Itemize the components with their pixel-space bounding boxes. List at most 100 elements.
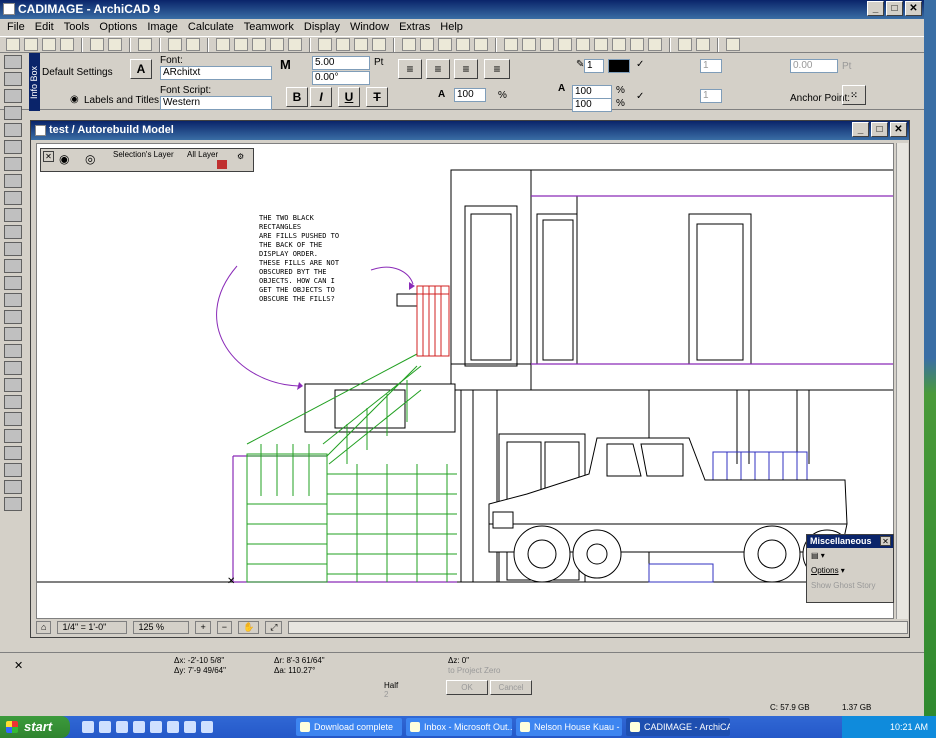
elevation-icon[interactable] bbox=[336, 38, 350, 51]
menu-file[interactable]: File bbox=[2, 19, 30, 36]
line-tool-icon[interactable] bbox=[4, 378, 22, 392]
minimize-button[interactable]: _ bbox=[867, 1, 884, 16]
publish-icon[interactable] bbox=[90, 38, 104, 51]
walk-icon[interactable] bbox=[504, 38, 518, 51]
copy-icon[interactable] bbox=[234, 38, 248, 51]
align-center-button[interactable]: ≡ bbox=[426, 59, 450, 79]
roof-tool-icon[interactable] bbox=[4, 157, 22, 171]
arc-tool-icon[interactable] bbox=[4, 395, 22, 409]
zoom-selector[interactable]: 125 % bbox=[133, 621, 190, 634]
arrow-icon[interactable] bbox=[474, 38, 488, 51]
anchor-check-icon[interactable]: ✓ bbox=[636, 91, 644, 102]
close-button[interactable]: ✕ bbox=[905, 1, 922, 16]
ie-icon[interactable] bbox=[82, 721, 94, 733]
email-icon[interactable] bbox=[116, 721, 128, 733]
line-spacing-input[interactable]: 100 bbox=[572, 85, 612, 99]
task-cadimage[interactable]: CADIMAGE - ArchiCA... bbox=[626, 718, 730, 736]
hide-layer-icon[interactable]: ◎ bbox=[85, 152, 95, 166]
car-icon[interactable] bbox=[612, 38, 626, 51]
stair-tool-icon[interactable] bbox=[4, 259, 22, 273]
strikethrough-button[interactable]: T bbox=[366, 87, 388, 107]
wall-tool-icon[interactable] bbox=[4, 89, 22, 103]
render-icon[interactable] bbox=[108, 38, 122, 51]
zoom-in-icon[interactable]: + bbox=[195, 621, 211, 634]
folder-icon[interactable] bbox=[133, 721, 145, 733]
object-tool-icon[interactable] bbox=[4, 225, 22, 239]
menu-options[interactable]: Options bbox=[94, 19, 142, 36]
text-angle-input[interactable]: 0.00° bbox=[312, 71, 370, 85]
slab-tool-icon[interactable] bbox=[4, 140, 22, 154]
task-inbox[interactable]: Inbox - Microsoft Out... bbox=[406, 718, 512, 736]
grid-icon[interactable] bbox=[420, 38, 434, 51]
underline-button[interactable]: U bbox=[338, 87, 360, 107]
task-nelson-house[interactable]: Nelson House Kuau - ... bbox=[516, 718, 622, 736]
menu-image[interactable]: Image bbox=[142, 19, 183, 36]
notepad-icon[interactable] bbox=[201, 721, 213, 733]
menu-calculate[interactable]: Calculate bbox=[183, 19, 239, 36]
arrow-tool-icon[interactable] bbox=[4, 55, 22, 69]
text-tool-icon[interactable] bbox=[4, 344, 22, 358]
eye-icon[interactable]: ◉ bbox=[70, 94, 79, 105]
cut-icon[interactable] bbox=[216, 38, 230, 51]
figure-tool-icon[interactable] bbox=[4, 463, 22, 477]
menu-tools[interactable]: Tools bbox=[59, 19, 95, 36]
fill-tool-icon[interactable] bbox=[4, 361, 22, 375]
misc-close-icon[interactable]: ✕ bbox=[880, 536, 891, 546]
lamp-tool-icon[interactable] bbox=[4, 242, 22, 256]
italic-button[interactable]: I bbox=[310, 87, 332, 107]
teamwork-icon[interactable] bbox=[726, 38, 740, 51]
column-tool-icon[interactable] bbox=[4, 106, 22, 120]
menu-extras[interactable]: Extras bbox=[394, 19, 435, 36]
menu-help[interactable]: Help bbox=[435, 19, 468, 36]
drawing-tool-icon[interactable] bbox=[4, 497, 22, 511]
print-icon[interactable] bbox=[60, 38, 74, 51]
new-file-icon[interactable] bbox=[6, 38, 20, 51]
scale-selector[interactable]: 1/4" = 1'-0" bbox=[57, 621, 128, 634]
photo-icon[interactable] bbox=[558, 38, 572, 51]
menu-teamwork[interactable]: Teamwork bbox=[239, 19, 299, 36]
drawing-canvas[interactable]: ✕ THE TWO BLACK RECTANGLES ARE FILLS PUS… bbox=[36, 143, 894, 619]
font-script-select[interactable]: Western bbox=[160, 96, 272, 110]
pen-check-icon[interactable]: ✓ bbox=[636, 59, 644, 70]
doc-minimize-button[interactable]: _ bbox=[852, 122, 869, 137]
maximize-button[interactable]: □ bbox=[886, 1, 903, 16]
archicad-icon[interactable] bbox=[167, 721, 179, 733]
menu-edit[interactable]: Edit bbox=[30, 19, 59, 36]
layer-palette-close-icon[interactable]: ✕ bbox=[43, 151, 54, 162]
section-tool-icon[interactable] bbox=[4, 293, 22, 307]
find-icon[interactable] bbox=[288, 38, 302, 51]
circle-tool-icon[interactable] bbox=[4, 429, 22, 443]
dimension-tool-icon[interactable] bbox=[4, 310, 22, 324]
detail-icon[interactable] bbox=[354, 38, 368, 51]
coord-close-icon[interactable]: ✕ bbox=[14, 659, 23, 672]
task-download[interactable]: Download complete bbox=[296, 718, 402, 736]
marquee-icon[interactable] bbox=[678, 38, 692, 51]
pan-icon[interactable]: ✋ bbox=[237, 621, 260, 634]
bold-button[interactable]: B bbox=[286, 87, 308, 107]
chart-icon[interactable] bbox=[522, 38, 536, 51]
cube-icon[interactable] bbox=[540, 38, 554, 51]
firefox-icon[interactable] bbox=[99, 721, 111, 733]
align-right-button[interactable]: ≡ bbox=[454, 59, 478, 79]
window-tool-icon[interactable] bbox=[4, 208, 22, 222]
section-icon[interactable] bbox=[318, 38, 332, 51]
show-layer-icon[interactable]: ◉ bbox=[59, 152, 69, 166]
camera-tool-icon[interactable] bbox=[4, 480, 22, 494]
doc-close-button[interactable]: ✕ bbox=[890, 122, 907, 137]
horizontal-scrollbar[interactable] bbox=[288, 621, 908, 634]
open-file-icon[interactable] bbox=[24, 38, 38, 51]
start-button[interactable]: start bbox=[0, 716, 70, 738]
select-icon[interactable] bbox=[270, 38, 284, 51]
cancel-button[interactable]: Cancel bbox=[490, 680, 532, 695]
dim-size-input[interactable]: 0.00 bbox=[790, 59, 838, 73]
fit-window-icon[interactable]: ⤢ bbox=[265, 621, 283, 634]
redo-icon[interactable] bbox=[186, 38, 200, 51]
menu-window[interactable]: Window bbox=[345, 19, 394, 36]
anchor-point-grid[interactable]: ⁙ bbox=[842, 85, 866, 105]
ghost-story-dropdown-icon[interactable]: ▤ ▾ bbox=[807, 548, 893, 563]
char-spacing-input[interactable]: 100 bbox=[572, 98, 612, 112]
paste-icon[interactable] bbox=[252, 38, 266, 51]
info-box-tab[interactable]: Info Box bbox=[29, 53, 40, 111]
justify-button[interactable]: ≡ bbox=[484, 59, 510, 79]
layer-settings-icon[interactable]: ⚙ bbox=[237, 152, 244, 161]
